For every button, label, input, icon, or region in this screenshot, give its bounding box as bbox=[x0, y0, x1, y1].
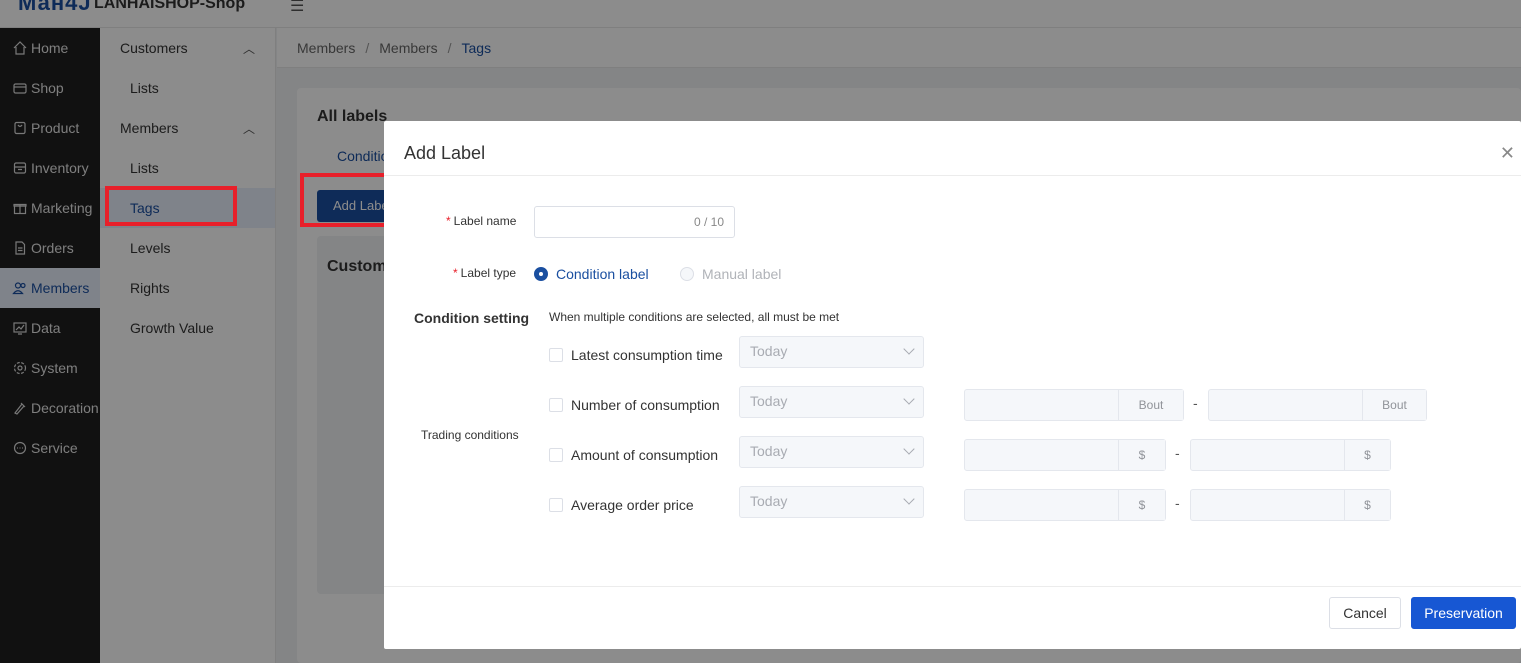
checkbox-label: Number of consumption bbox=[571, 397, 720, 413]
checkbox[interactable] bbox=[549, 398, 563, 412]
unit-suffix: $ bbox=[1118, 440, 1165, 470]
chevron-down-icon bbox=[903, 343, 915, 355]
radio-label: Manual label bbox=[702, 266, 782, 282]
trading-conditions-label: Trading conditions bbox=[421, 428, 519, 442]
radio-dot bbox=[680, 267, 694, 281]
save-button[interactable]: Preservation bbox=[1411, 597, 1516, 629]
checkbox-latest-consumption-time[interactable]: Latest consumption time bbox=[549, 347, 723, 363]
add-label-dialog: Add Label ✕ * Label name 0 / 10 * Label ty… bbox=[384, 121, 1521, 649]
checkbox-amount-of-consumption[interactable]: Amount of consumption bbox=[549, 447, 718, 463]
label-name-label: * Label name bbox=[446, 214, 516, 228]
select-latest-consumption-time[interactable]: Today bbox=[739, 336, 924, 368]
unit-suffix: $ bbox=[1344, 490, 1390, 520]
radio-condition-label[interactable]: Condition label bbox=[534, 266, 649, 282]
chevron-down-icon bbox=[903, 393, 915, 405]
checkbox-label: Latest consumption time bbox=[571, 347, 723, 363]
select-average-order-price[interactable]: Today bbox=[739, 486, 924, 518]
radio-manual-label[interactable]: Manual label bbox=[680, 266, 781, 282]
select-number-of-consumption[interactable]: Today bbox=[739, 386, 924, 418]
cancel-button[interactable]: Cancel bbox=[1329, 597, 1401, 629]
label-type-label: * Label type bbox=[453, 266, 516, 280]
checkbox-average-order-price[interactable]: Average order price bbox=[549, 497, 694, 513]
range-dash: - bbox=[1175, 445, 1180, 461]
select-value: Today bbox=[750, 493, 788, 509]
required-mark: * bbox=[453, 266, 458, 280]
condition-setting-title: Condition setting bbox=[414, 310, 530, 326]
range-dash: - bbox=[1193, 395, 1198, 411]
label-text: Label name bbox=[453, 214, 517, 228]
number-max-input[interactable]: Bout bbox=[1208, 389, 1427, 421]
required-mark: * bbox=[446, 214, 451, 228]
radio-label: Condition label bbox=[556, 266, 649, 282]
select-value: Today bbox=[750, 443, 788, 459]
close-icon[interactable]: ✕ bbox=[1500, 143, 1515, 164]
number-min-input[interactable]: Bout bbox=[964, 389, 1184, 421]
select-value: Today bbox=[750, 343, 788, 359]
checkbox[interactable] bbox=[549, 448, 563, 462]
condition-hint: When multiple conditions are selected, a… bbox=[549, 310, 840, 324]
chevron-down-icon bbox=[903, 493, 915, 505]
checkbox-label: Average order price bbox=[571, 497, 694, 513]
divider bbox=[384, 175, 1521, 176]
unit-suffix: $ bbox=[1118, 490, 1165, 520]
divider bbox=[384, 586, 1521, 587]
highlight-box-tags bbox=[105, 186, 237, 226]
char-count: 0 / 10 bbox=[693, 215, 724, 229]
dialog-title: Add Label bbox=[404, 143, 486, 163]
unit-suffix: Bout bbox=[1362, 390, 1426, 420]
checkbox[interactable] bbox=[549, 348, 563, 362]
label-text: Label type bbox=[460, 266, 517, 280]
checkbox-number-of-consumption[interactable]: Number of consumption bbox=[549, 397, 720, 413]
unit-suffix: $ bbox=[1344, 440, 1390, 470]
select-amount-of-consumption[interactable]: Today bbox=[739, 436, 924, 468]
amount-min-input[interactable]: $ bbox=[964, 439, 1166, 471]
price-min-input[interactable]: $ bbox=[964, 489, 1166, 521]
chevron-down-icon bbox=[903, 443, 915, 455]
select-value: Today bbox=[750, 393, 788, 409]
label-name-input[interactable]: 0 / 10 bbox=[534, 206, 735, 238]
checkbox[interactable] bbox=[549, 498, 563, 512]
checkbox-label: Amount of consumption bbox=[571, 447, 719, 463]
amount-max-input[interactable]: $ bbox=[1190, 439, 1391, 471]
range-dash: - bbox=[1175, 495, 1180, 511]
radio-dot bbox=[534, 267, 548, 281]
unit-suffix: Bout bbox=[1118, 390, 1183, 420]
price-max-input[interactable]: $ bbox=[1190, 489, 1391, 521]
